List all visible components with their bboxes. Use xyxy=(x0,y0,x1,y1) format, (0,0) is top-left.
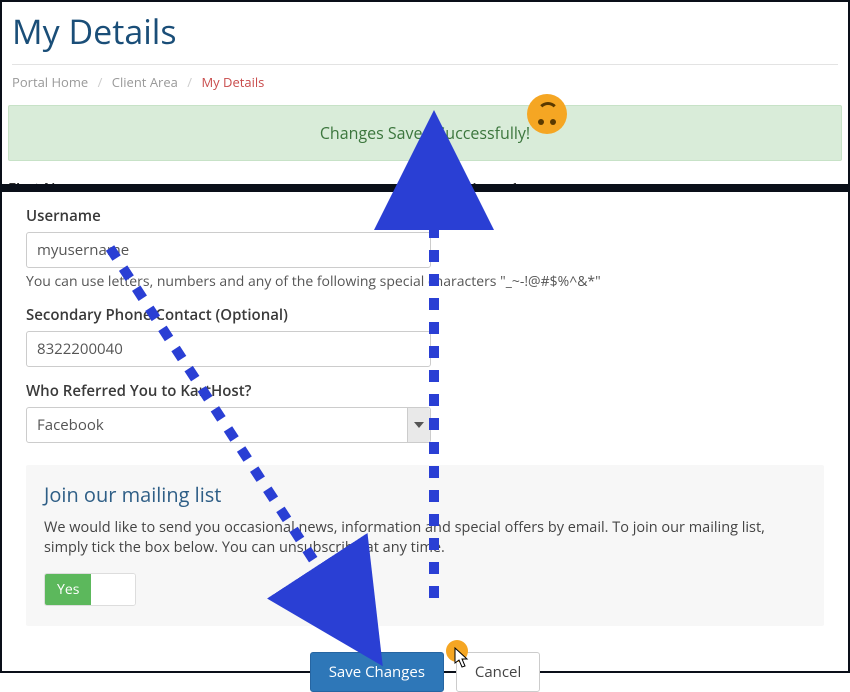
form-actions: Save Changes Cancel xyxy=(26,652,824,692)
mailing-toggle-off xyxy=(91,574,135,605)
success-alert-text: Changes Saved Successfully! xyxy=(320,122,530,144)
cursor-icon xyxy=(454,647,470,674)
divider xyxy=(12,64,838,65)
username-label: Username xyxy=(26,206,824,226)
page-title: My Details xyxy=(12,8,838,54)
mailing-text: We would like to send you occasional new… xyxy=(44,518,806,559)
mailing-toggle-yes: Yes xyxy=(45,574,91,605)
mailing-heading: Join our mailing list xyxy=(44,481,806,508)
referrer-select[interactable]: Facebook xyxy=(26,407,431,443)
success-alert: Changes Saved Successfully! xyxy=(8,105,842,161)
breadcrumb: Portal Home / Client Area / My Details xyxy=(8,73,842,105)
mailing-toggle[interactable]: Yes xyxy=(44,573,136,606)
smiley-icon xyxy=(527,94,567,134)
secondary-phone-label: Secondary Phone Contact (Optional) xyxy=(26,305,824,325)
username-input[interactable] xyxy=(26,232,431,268)
breadcrumb-home[interactable]: Portal Home xyxy=(12,73,88,91)
breadcrumb-sep: / xyxy=(98,73,103,91)
referrer-label: Who Referred You to KartHost? xyxy=(26,381,824,401)
save-changes-button[interactable]: Save Changes xyxy=(310,652,444,692)
mailing-panel: Join our mailing list We would like to s… xyxy=(26,465,824,626)
breadcrumb-sep: / xyxy=(187,73,192,91)
breadcrumb-current: My Details xyxy=(201,73,264,91)
section-divider-bar xyxy=(0,184,850,192)
secondary-phone-input[interactable] xyxy=(26,331,431,367)
breadcrumb-area[interactable]: Client Area xyxy=(112,73,178,91)
username-help: You can use letters, numbers and any of … xyxy=(26,272,824,291)
